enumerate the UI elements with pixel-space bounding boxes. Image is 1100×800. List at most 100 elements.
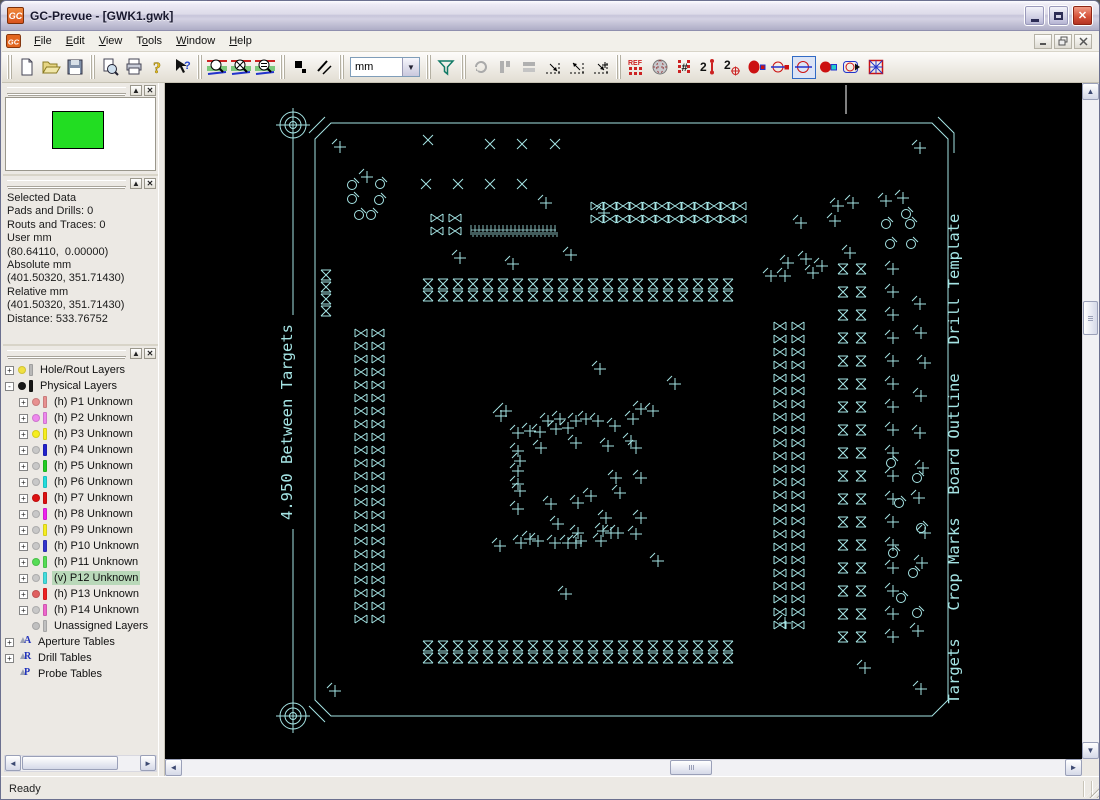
query-pad-mode-button[interactable]	[792, 55, 816, 79]
layer-row[interactable]: + (h) P8 Unknown	[5, 506, 158, 522]
mdi-close-button[interactable]	[1074, 33, 1092, 49]
filter-button[interactable]	[434, 56, 458, 79]
canvas-vertical-scrollbar[interactable]: ▲ ▼	[1082, 83, 1099, 759]
measure-add-button[interactable]	[589, 56, 613, 79]
layer-color-bar[interactable]	[43, 444, 47, 456]
pin-numbers-button[interactable]: #	[672, 56, 696, 79]
layer-row[interactable]: + (h) P4 Unknown	[5, 442, 158, 458]
layer-label[interactable]: Hole/Rout Layers	[38, 363, 127, 377]
layer-color-bar[interactable]	[43, 428, 47, 440]
layer-label[interactable]: Physical Layers	[38, 379, 119, 393]
toolbar-grip[interactable]	[425, 55, 432, 79]
zoom-window-button[interactable]	[229, 56, 253, 79]
panel-collapse-button[interactable]: ▲	[130, 84, 142, 96]
expand-icon[interactable]: +	[19, 445, 28, 455]
expand-icon[interactable]: +	[19, 525, 28, 535]
layer-row[interactable]: + (h) P9 Unknown	[5, 522, 158, 538]
print-button[interactable]	[122, 56, 146, 79]
layer-label[interactable]: (h) P14 Unknown	[52, 603, 141, 617]
layer-color-bar[interactable]	[43, 396, 47, 408]
scrollbar-thumb[interactable]	[670, 760, 712, 775]
menu-item-file[interactable]: File	[27, 32, 59, 50]
menu-item-help[interactable]: Help	[222, 32, 259, 50]
layer-color-dot[interactable]	[32, 526, 40, 534]
expand-icon[interactable]: +	[19, 573, 28, 583]
layer-color-bar[interactable]	[43, 540, 47, 552]
expand-icon[interactable]: +	[19, 605, 28, 615]
canvas-horizontal-scrollbar[interactable]: ◄ ►	[165, 759, 1082, 776]
layer-row[interactable]: + (h) P10 Unknown	[5, 538, 158, 554]
expand-icon[interactable]: +	[5, 653, 14, 663]
pad-trace-button[interactable]	[816, 56, 840, 79]
measure-2point-button[interactable]: 2	[696, 56, 720, 79]
mdi-restore-button[interactable]	[1054, 33, 1072, 49]
panel-grip[interactable]	[7, 349, 126, 357]
new-file-button[interactable]	[15, 56, 39, 79]
layer-color-dot[interactable]	[32, 398, 40, 406]
layer-color-dot[interactable]	[18, 382, 26, 390]
layer-color-bar[interactable]	[43, 604, 47, 616]
expand-icon[interactable]: +	[19, 509, 28, 519]
scroll-left-button[interactable]: ◄	[5, 755, 21, 771]
expand-icon[interactable]: +	[5, 637, 14, 647]
layer-color-dot[interactable]	[32, 590, 40, 598]
layer-row[interactable]: + (h) P6 Unknown	[5, 474, 158, 490]
netlist-button[interactable]	[648, 56, 672, 79]
layer-row[interactable]: ▲ P Probe Tables	[5, 666, 158, 682]
layer-label[interactable]: (h) P3 Unknown	[52, 427, 135, 441]
layer-label[interactable]: (h) P5 Unknown	[52, 459, 135, 473]
layer-color-bar[interactable]	[29, 364, 33, 376]
layer-color-bar[interactable]	[43, 492, 47, 504]
open-file-button[interactable]	[39, 56, 63, 79]
layer-label[interactable]: (h) P8 Unknown	[52, 507, 135, 521]
pcb-drawing-canvas[interactable]: 4.950 Between Targets Drill Template Board…	[165, 83, 1082, 759]
layer-color-dot[interactable]	[32, 574, 40, 582]
layer-row[interactable]: + (h) P13 Unknown	[5, 586, 158, 602]
chevron-down-icon[interactable]: ▼	[402, 58, 419, 76]
zoom-in-button[interactable]	[205, 56, 229, 79]
draw-pad-line-button[interactable]	[768, 56, 792, 79]
layer-color-bar[interactable]	[43, 476, 47, 488]
context-help-button[interactable]: ?	[170, 56, 194, 79]
panel-collapse-button[interactable]: ▲	[130, 177, 142, 189]
save-button[interactable]	[63, 56, 87, 79]
layer-color-bar[interactable]	[29, 380, 33, 392]
scroll-up-button[interactable]: ▲	[1082, 83, 1099, 100]
layer-label[interactable]: Aperture Tables	[36, 635, 117, 649]
layer-color-bar[interactable]	[43, 620, 47, 632]
layer-row[interactable]: + (h) P5 Unknown	[5, 458, 158, 474]
title-bar[interactable]: GC GC-Prevue - [GWK1.gwk] ✕	[1, 1, 1099, 31]
layer-label[interactable]: Drill Tables	[36, 651, 94, 665]
toolbar-grip[interactable]	[89, 55, 96, 79]
toolbar-grip[interactable]	[338, 55, 345, 79]
scroll-right-button[interactable]: ►	[1065, 759, 1082, 776]
expand-icon[interactable]: +	[19, 413, 28, 423]
layer-label[interactable]: (h) P6 Unknown	[52, 475, 135, 489]
scroll-left-button[interactable]: ◄	[165, 759, 182, 776]
expand-icon[interactable]: +	[19, 541, 28, 551]
layer-label[interactable]: (h) P4 Unknown	[52, 443, 135, 457]
layer-color-bar[interactable]	[43, 524, 47, 536]
layer-color-dot[interactable]	[32, 558, 40, 566]
sidebar-splitter[interactable]	[158, 83, 165, 776]
zoom-extents-button[interactable]	[253, 56, 277, 79]
scroll-down-button[interactable]: ▼	[1082, 742, 1099, 759]
expand-icon[interactable]: +	[19, 477, 28, 487]
panel-grip[interactable]	[7, 179, 126, 187]
layer-row[interactable]: + (h) P2 Unknown	[5, 410, 158, 426]
layer-color-dot[interactable]	[32, 478, 40, 486]
layer-row[interactable]: + (h) P7 Unknown	[5, 490, 158, 506]
layer-color-dot[interactable]	[32, 494, 40, 502]
layer-row[interactable]: + ▲ R Drill Tables	[5, 650, 158, 666]
layer-color-bar[interactable]	[43, 572, 47, 584]
toolbar-grip[interactable]	[615, 55, 622, 79]
menu-item-edit[interactable]: Edit	[59, 32, 92, 50]
sidebar-horizontal-scrollbar[interactable]: ◄ ►	[4, 755, 157, 772]
scroll-right-button[interactable]: ►	[140, 755, 156, 771]
layer-label[interactable]: (h) P10 Unknown	[52, 539, 141, 553]
layer-row[interactable]: + (h) P14 Unknown	[5, 602, 158, 618]
toolbar-grip[interactable]	[6, 55, 13, 79]
delete-region-button[interactable]	[864, 56, 888, 79]
panel-close-button[interactable]: ✕	[144, 177, 156, 189]
scrollbar-thumb[interactable]	[22, 756, 118, 770]
